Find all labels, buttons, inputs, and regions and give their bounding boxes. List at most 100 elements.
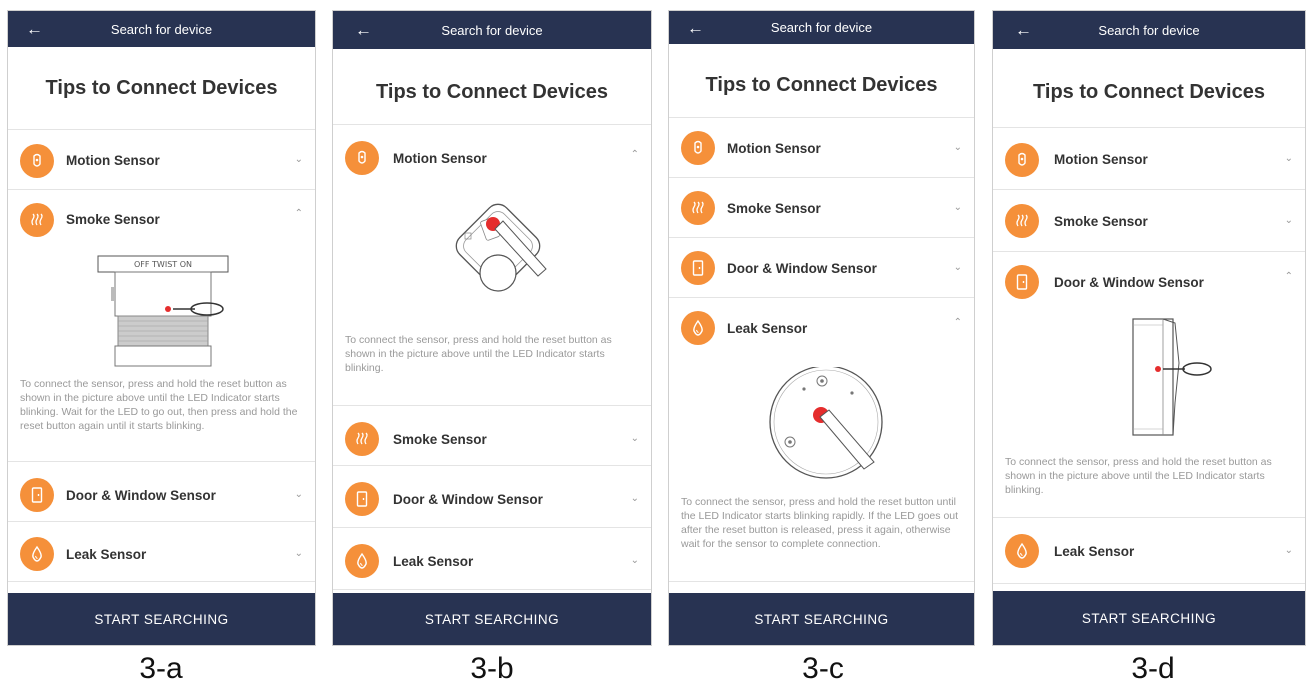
row-label: Motion Sensor bbox=[66, 153, 160, 168]
chevron-down-icon: ⌄ bbox=[953, 202, 962, 213]
chevron-down-icon: ⌄ bbox=[953, 262, 962, 273]
chevron-down-icon: ⌄ bbox=[630, 433, 639, 444]
divider bbox=[669, 581, 974, 582]
page-title: Tips to Connect Devices bbox=[705, 74, 938, 96]
chevron-down-icon: ⌄ bbox=[953, 142, 962, 153]
divider bbox=[993, 189, 1305, 190]
panel-3d: ← Search for device Tips to Connect Devi… bbox=[992, 10, 1306, 646]
header-title: Search for device bbox=[1098, 22, 1200, 38]
leak-sensor-icon bbox=[345, 544, 379, 578]
back-arrow-icon[interactable]: ← bbox=[687, 19, 704, 36]
leak-sensor-row[interactable]: Leak Sensor ⌄ bbox=[333, 531, 651, 589]
divider bbox=[8, 189, 315, 190]
divider bbox=[333, 465, 651, 466]
row-label: Smoke Sensor bbox=[1054, 214, 1148, 229]
row-label: Motion Sensor bbox=[1054, 152, 1148, 167]
leak-sensor-row[interactable]: Leak Sensor ⌃ bbox=[669, 301, 974, 357]
chevron-down-icon: ⌄ bbox=[1284, 545, 1293, 556]
figure-caption: 3-c bbox=[802, 652, 844, 685]
door-window-sensor-instructions: To connect the sensor, press and hold th… bbox=[1005, 456, 1272, 496]
start-searching-button[interactable]: START SEARCHING bbox=[333, 593, 651, 645]
row-label: Smoke Sensor bbox=[727, 201, 821, 216]
row-label: Smoke Sensor bbox=[66, 212, 160, 227]
leak-sensor-reset-illustration bbox=[769, 367, 883, 479]
door-window-sensor-row[interactable]: Door & Window Sensor ⌃ bbox=[993, 255, 1305, 313]
chevron-up-icon: ⌃ bbox=[630, 149, 639, 160]
leak-sensor-icon bbox=[1005, 534, 1039, 568]
chevron-down-icon: ⌄ bbox=[294, 548, 303, 559]
leak-sensor-row[interactable]: Leak Sensor ⌄ bbox=[993, 521, 1305, 581]
smoke-sensor-reset-illustration: OFF TWIST ON bbox=[97, 255, 229, 367]
row-label: Door & Window Sensor bbox=[66, 488, 216, 503]
motion-sensor-icon bbox=[1005, 143, 1039, 177]
row-label: Smoke Sensor bbox=[393, 432, 487, 447]
row-label: Door & Window Sensor bbox=[727, 261, 877, 276]
page-title: Tips to Connect Devices bbox=[1033, 81, 1265, 103]
leak-sensor-row[interactable]: Leak Sensor ⌄ bbox=[8, 525, 315, 581]
page-title: Tips to Connect Devices bbox=[45, 77, 278, 99]
divider bbox=[669, 177, 974, 178]
motion-sensor-reset-illustration bbox=[455, 203, 547, 292]
row-label: Leak Sensor bbox=[727, 321, 808, 336]
page-title: Tips to Connect Devices bbox=[376, 81, 608, 103]
chevron-down-icon: ⌄ bbox=[294, 489, 303, 500]
panel-3c: ← Search for device Tips to Connect Devi… bbox=[668, 10, 975, 646]
dial-text: OFF TWIST ON bbox=[134, 260, 192, 269]
chevron-up-icon: ⌃ bbox=[953, 317, 962, 328]
start-searching-button[interactable]: START SEARCHING bbox=[8, 593, 315, 645]
chevron-down-icon: ⌄ bbox=[1284, 215, 1293, 226]
panel-3b: ← Search for device Tips to Connect Devi… bbox=[332, 10, 652, 646]
figure-caption: 3-a bbox=[139, 652, 183, 685]
door-window-sensor-icon bbox=[345, 482, 379, 516]
back-arrow-icon[interactable]: ← bbox=[1015, 22, 1032, 39]
chevron-up-icon: ⌃ bbox=[294, 208, 303, 219]
motion-sensor-row[interactable]: Motion Sensor ⌄ bbox=[8, 133, 315, 189]
top-bar: ← Search for device bbox=[669, 11, 974, 44]
door-window-sensor-row[interactable]: Door & Window Sensor ⌄ bbox=[669, 241, 974, 297]
back-arrow-icon[interactable]: ← bbox=[26, 21, 43, 38]
divider bbox=[333, 527, 651, 528]
divider bbox=[8, 461, 315, 462]
door-window-sensor-row[interactable]: Door & Window Sensor ⌄ bbox=[8, 465, 315, 521]
divider bbox=[8, 581, 315, 582]
smoke-sensor-row[interactable]: Smoke Sensor ⌄ bbox=[669, 181, 974, 237]
figure-caption: 3-d bbox=[1131, 652, 1175, 685]
figure-caption: 3-b bbox=[470, 652, 514, 685]
chevron-down-icon: ⌄ bbox=[630, 493, 639, 504]
start-searching-button[interactable]: START SEARCHING bbox=[669, 593, 974, 645]
smoke-sensor-row[interactable]: Smoke Sensor ⌄ bbox=[993, 193, 1305, 251]
smoke-sensor-icon bbox=[681, 191, 715, 225]
divider bbox=[333, 124, 651, 125]
door-window-sensor-row[interactable]: Door & Window Sensor ⌄ bbox=[333, 469, 651, 527]
door-window-sensor-icon bbox=[20, 478, 54, 512]
motion-sensor-row[interactable]: Motion Sensor ⌄ bbox=[993, 131, 1305, 189]
panel-3a: ← Search for device Tips to Connect Devi… bbox=[7, 10, 316, 646]
header-title: Search for device bbox=[441, 22, 543, 38]
start-searching-button[interactable]: START SEARCHING bbox=[993, 591, 1305, 645]
smoke-sensor-row[interactable]: Smoke Sensor ⌄ bbox=[333, 409, 651, 465]
row-label: Leak Sensor bbox=[1054, 544, 1135, 559]
divider bbox=[993, 127, 1305, 128]
smoke-sensor-instructions: To connect the sensor, press and hold th… bbox=[20, 378, 298, 432]
motion-sensor-icon bbox=[20, 144, 54, 178]
divider bbox=[993, 251, 1305, 252]
divider bbox=[993, 517, 1305, 518]
motion-sensor-row[interactable]: Motion Sensor ⌄ bbox=[669, 121, 974, 177]
header-title: Search for device bbox=[110, 21, 213, 37]
smoke-sensor-row[interactable]: Smoke Sensor ⌃ bbox=[8, 193, 315, 249]
back-arrow-icon[interactable]: ← bbox=[355, 22, 372, 39]
row-label: Motion Sensor bbox=[727, 141, 821, 156]
motion-sensor-row[interactable]: Motion Sensor ⌃ bbox=[333, 131, 651, 187]
door-window-sensor-reset-illustration bbox=[1132, 318, 1212, 436]
divider bbox=[333, 589, 651, 590]
row-label: Door & Window Sensor bbox=[1054, 275, 1204, 290]
chevron-down-icon: ⌄ bbox=[294, 154, 303, 165]
row-label: Leak Sensor bbox=[66, 547, 147, 562]
leak-sensor-instructions: To connect the sensor, press and hold th… bbox=[681, 496, 959, 550]
divider bbox=[8, 129, 315, 130]
divider bbox=[8, 521, 315, 522]
row-label: Leak Sensor bbox=[393, 554, 474, 569]
door-window-sensor-icon bbox=[681, 251, 715, 285]
door-window-sensor-icon bbox=[1005, 265, 1039, 299]
motion-sensor-icon bbox=[345, 141, 379, 175]
